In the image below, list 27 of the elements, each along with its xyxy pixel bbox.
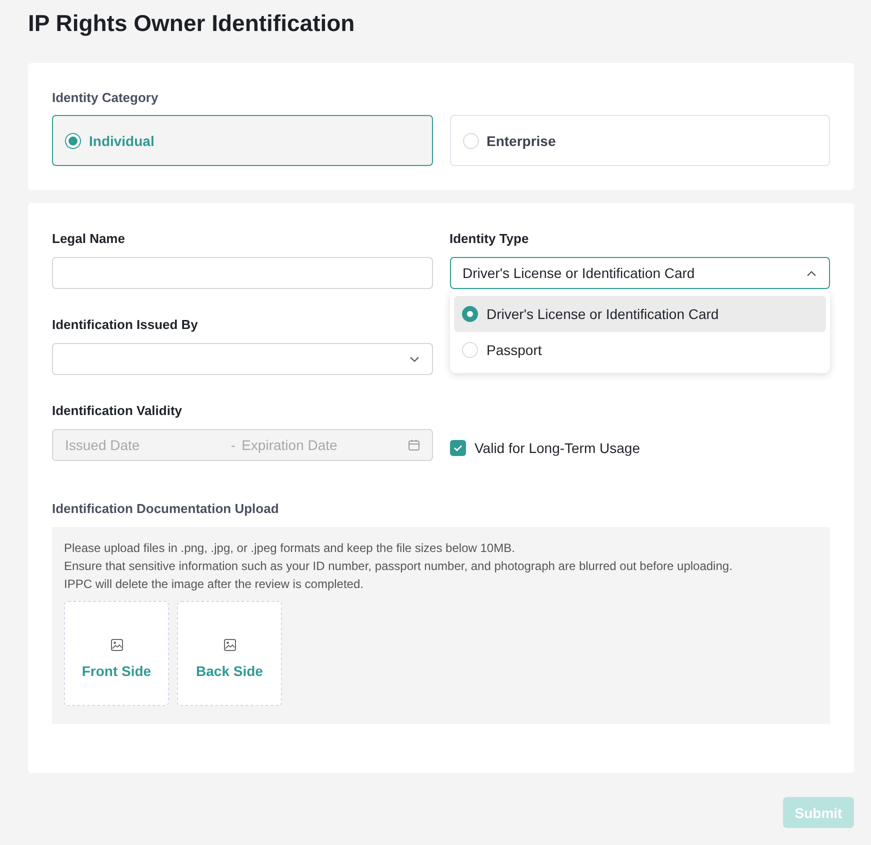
field-label: Identity Type — [450, 230, 530, 248]
field-label: Legal Name — [52, 230, 126, 248]
field-label: Identification Documentation Upload — [52, 500, 280, 518]
image-icon — [224, 638, 236, 650]
field-label: Identification Issued By — [52, 316, 199, 334]
field-label: Identification Validity — [52, 402, 184, 420]
issued-by-select[interactable] — [52, 343, 432, 375]
upload-note: Ensure that sensitive information such as your ID number, passport number, and photograph are blurred out before uploading. — [64, 558, 734, 575]
range-separator: - — [230, 437, 237, 453]
dropdown-option[interactable]: Passport — [454, 332, 826, 368]
identity-category-option[interactable]: Enterprise — [450, 115, 830, 166]
upload-note: IPPC will delete the image after the review is completed. — [64, 576, 364, 593]
page-title: IP Rights Owner Identification — [28, 9, 356, 38]
upload-note: Please upload files in .png, .jpg, or .jpeg formats and keep the file sizes below 10MB. — [64, 540, 516, 557]
legal-name-field[interactable] — [52, 257, 432, 289]
radio-icon — [462, 342, 478, 358]
calendar-icon — [408, 439, 420, 451]
radio-icon — [65, 132, 81, 148]
chevron-icon — [806, 270, 817, 276]
field-label: Identity Category — [52, 89, 160, 106]
image-icon — [110, 638, 122, 650]
dropdown-option[interactable]: Driver's License or Identification Card — [454, 296, 826, 332]
checkmark-icon — [452, 444, 462, 452]
radio-icon — [462, 132, 478, 148]
chevron-down-icon — [408, 356, 420, 362]
identity-type-select[interactable]: Driver's License or Identification Card — [450, 257, 830, 289]
radio-icon — [462, 306, 478, 322]
